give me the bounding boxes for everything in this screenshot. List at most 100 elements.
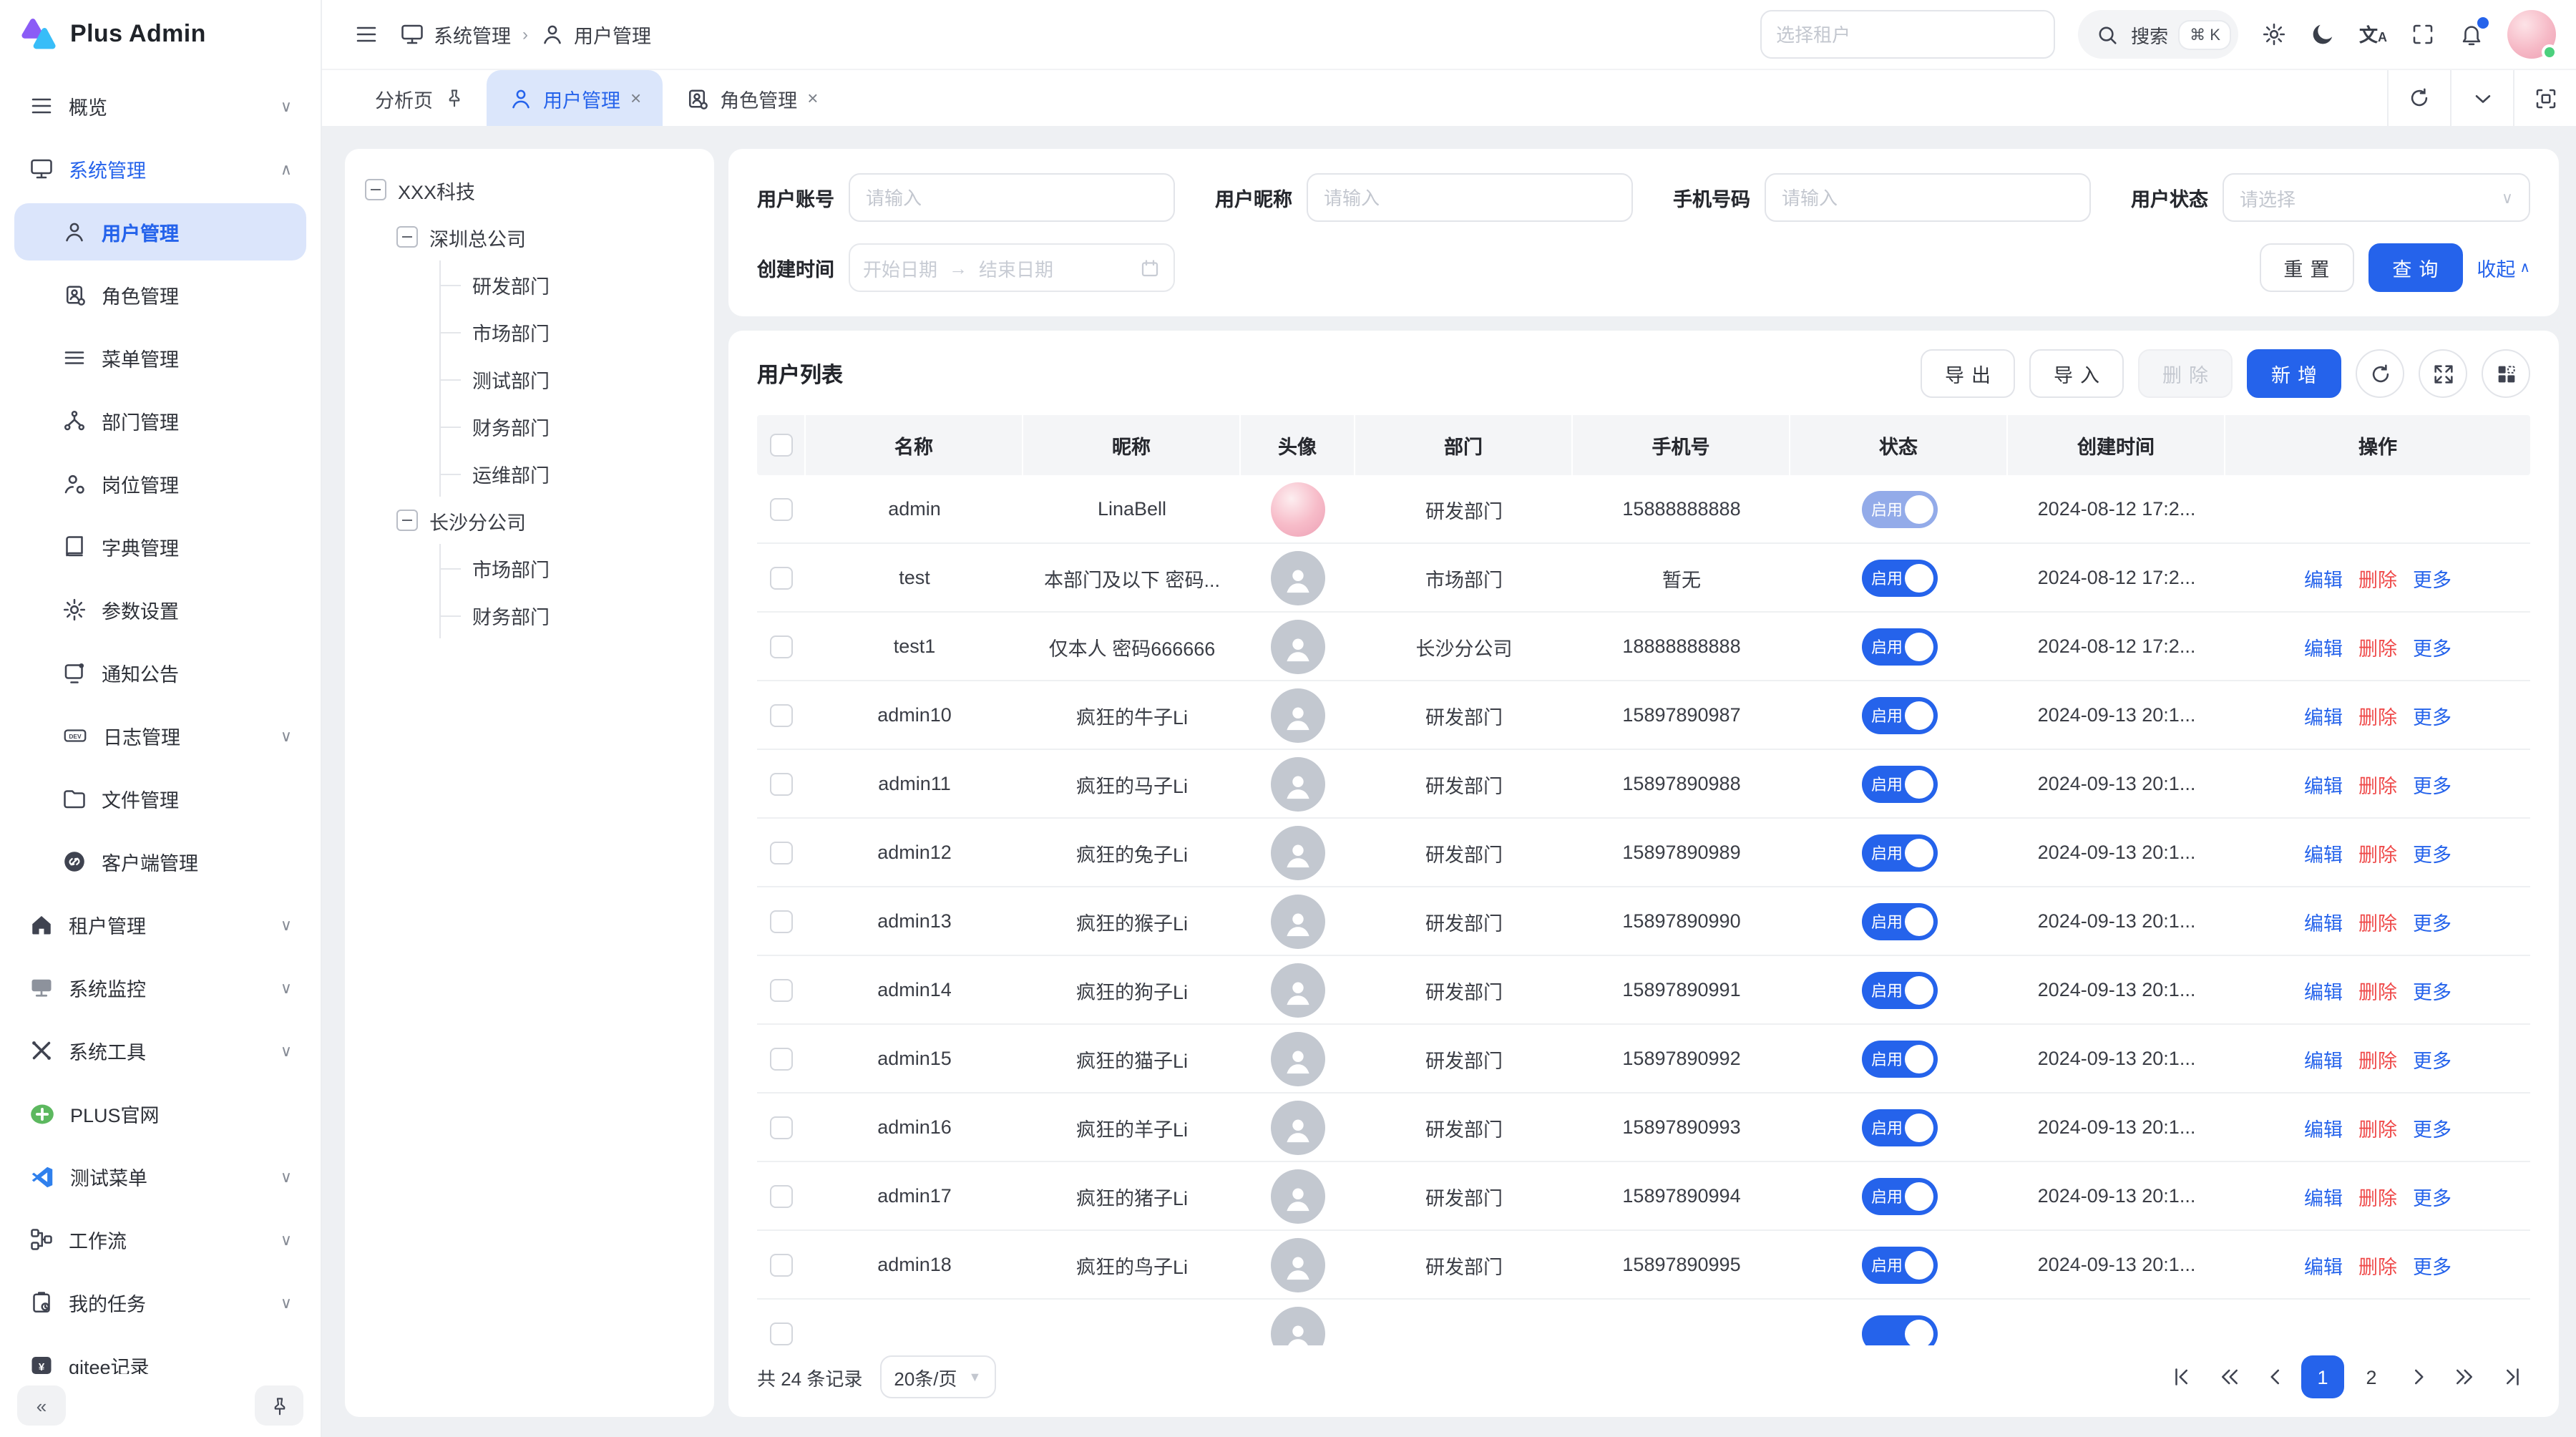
more-link[interactable]: 更多 bbox=[2413, 975, 2451, 1004]
tree-collapse-box[interactable] bbox=[396, 510, 418, 531]
row-checkbox[interactable] bbox=[770, 566, 793, 589]
edit-link[interactable]: 编辑 bbox=[2304, 1182, 2343, 1210]
row-checkbox[interactable] bbox=[770, 1322, 793, 1345]
last-page-button[interactable] bbox=[2490, 1357, 2530, 1397]
tab-menu-button[interactable] bbox=[2450, 70, 2513, 126]
tree-node-财务部门[interactable]: 财务部门 bbox=[441, 402, 694, 449]
sidebar-item-PLUS官网[interactable]: PLUS官网 bbox=[14, 1085, 306, 1142]
row-checkbox[interactable] bbox=[770, 910, 793, 932]
status-toggle[interactable]: 启用 bbox=[1861, 1109, 1937, 1146]
more-link[interactable]: 更多 bbox=[2413, 701, 2451, 729]
delete-link[interactable]: 删除 bbox=[2358, 701, 2397, 729]
add-button[interactable]: 新增 bbox=[2247, 349, 2341, 398]
status-toggle[interactable]: 启用 bbox=[1861, 559, 1937, 596]
more-link[interactable]: 更多 bbox=[2413, 1250, 2451, 1279]
tree-node-市场部门[interactable]: 市场部门 bbox=[441, 544, 694, 591]
status-toggle[interactable]: 启用 bbox=[1861, 902, 1937, 940]
sidebar-item-gitee记录[interactable]: ¥ gitee记录 bbox=[14, 1337, 306, 1374]
sidebar-pin-button[interactable] bbox=[255, 1385, 303, 1426]
sidebar-item-客户端管理[interactable]: 客户端管理 bbox=[14, 833, 306, 890]
first-page-button[interactable] bbox=[2164, 1357, 2204, 1397]
tree-node-研发部门[interactable]: 研发部门 bbox=[441, 260, 694, 308]
more-link[interactable]: 更多 bbox=[2413, 769, 2451, 798]
tree-node-运维部门[interactable]: 运维部门 bbox=[441, 449, 694, 497]
status-toggle[interactable]: 启用 bbox=[1861, 628, 1937, 665]
delete-link[interactable]: 删除 bbox=[2358, 907, 2397, 935]
edit-link[interactable]: 编辑 bbox=[2304, 563, 2343, 592]
tenant-select-input[interactable] bbox=[1760, 10, 2055, 59]
sidebar-item-日志管理[interactable]: DEV 日志管理 ∨ bbox=[14, 707, 306, 764]
import-button[interactable]: 导入 bbox=[2029, 349, 2124, 398]
sidebar-item-参数设置[interactable]: 参数设置 bbox=[14, 581, 306, 638]
edit-link[interactable]: 编辑 bbox=[2304, 1113, 2343, 1141]
delete-link[interactable]: 删除 bbox=[2358, 1044, 2397, 1073]
sidebar-item-用户管理[interactable]: 用户管理 bbox=[14, 203, 306, 260]
sidebar-item-工作流[interactable]: 工作流 ∨ bbox=[14, 1211, 306, 1268]
tab-close-icon[interactable]: × bbox=[807, 87, 818, 109]
tab-角色管理[interactable]: 角色管理 × bbox=[663, 70, 839, 126]
sidebar-item-角色管理[interactable]: 角色管理 bbox=[14, 266, 306, 323]
row-checkbox[interactable] bbox=[770, 772, 793, 795]
delete-link[interactable]: 删除 bbox=[2358, 838, 2397, 867]
prev-page-button[interactable] bbox=[2255, 1357, 2296, 1397]
sidebar-item-文件管理[interactable]: 文件管理 bbox=[14, 770, 306, 827]
status-toggle[interactable]: 启用 bbox=[1861, 490, 1937, 527]
settings-icon[interactable] bbox=[2262, 21, 2288, 47]
breadcrumb-item-system[interactable]: 系统管理 bbox=[399, 20, 511, 49]
refresh-list-button[interactable] bbox=[2356, 349, 2404, 398]
refresh-tab-button[interactable] bbox=[2387, 70, 2450, 126]
account-input[interactable] bbox=[849, 173, 1175, 222]
tab-分析页[interactable]: 分析页 bbox=[353, 70, 486, 126]
tree-collapse-box[interactable] bbox=[396, 226, 418, 248]
user-avatar[interactable] bbox=[2507, 10, 2556, 59]
delete-link[interactable]: 删除 bbox=[2358, 975, 2397, 1004]
sidebar-item-系统工具[interactable]: 系统工具 ∨ bbox=[14, 1022, 306, 1079]
row-checkbox[interactable] bbox=[770, 1253, 793, 1276]
delete-link[interactable]: 删除 bbox=[2358, 563, 2397, 592]
more-link[interactable]: 更多 bbox=[2413, 1113, 2451, 1141]
row-checkbox[interactable] bbox=[770, 978, 793, 1001]
sidebar-item-通知公告[interactable]: 通知公告 bbox=[14, 644, 306, 701]
notifications-bell-icon[interactable] bbox=[2459, 21, 2484, 47]
breadcrumb-item-users[interactable]: 用户管理 bbox=[540, 20, 651, 49]
tree-node-市场部门[interactable]: 市场部门 bbox=[441, 308, 694, 355]
expand-table-button[interactable] bbox=[2419, 349, 2467, 398]
sidebar-item-租户管理[interactable]: 租户管理 ∨ bbox=[14, 896, 306, 953]
more-link[interactable]: 更多 bbox=[2413, 838, 2451, 867]
column-settings-button[interactable] bbox=[2482, 349, 2530, 398]
more-link[interactable]: 更多 bbox=[2413, 1182, 2451, 1210]
edit-link[interactable]: 编辑 bbox=[2304, 769, 2343, 798]
sidebar-item-系统监控[interactable]: 系统监控 ∨ bbox=[14, 959, 306, 1016]
sidebar-item-测试菜单[interactable]: 测试菜单 ∨ bbox=[14, 1148, 306, 1205]
row-checkbox[interactable] bbox=[770, 1184, 793, 1207]
more-link[interactable]: 更多 bbox=[2413, 907, 2451, 935]
search-button[interactable]: 查询 bbox=[2368, 243, 2462, 292]
sidebar-item-系统管理[interactable]: 系统管理 ∧ bbox=[14, 140, 306, 198]
edit-link[interactable]: 编辑 bbox=[2304, 1044, 2343, 1073]
edit-link[interactable]: 编辑 bbox=[2304, 975, 2343, 1004]
sidebar-item-菜单管理[interactable]: 菜单管理 bbox=[14, 329, 306, 386]
delete-link[interactable]: 删除 bbox=[2358, 1182, 2397, 1210]
edit-link[interactable]: 编辑 bbox=[2304, 907, 2343, 935]
edit-link[interactable]: 编辑 bbox=[2304, 701, 2343, 729]
page-button-2[interactable]: 2 bbox=[2350, 1355, 2393, 1398]
pin-icon[interactable] bbox=[443, 87, 464, 109]
sidebar-item-字典管理[interactable]: 字典管理 bbox=[14, 518, 306, 575]
status-toggle[interactable]: 启用 bbox=[1861, 696, 1937, 734]
more-link[interactable]: 更多 bbox=[2413, 563, 2451, 592]
status-select[interactable]: 请选择 ∨ bbox=[2223, 173, 2530, 222]
date-range-picker[interactable]: 开始日期 → 结束日期 bbox=[849, 243, 1175, 292]
row-checkbox[interactable] bbox=[770, 841, 793, 864]
tree-node-财务部门[interactable]: 财务部门 bbox=[441, 591, 694, 638]
status-toggle[interactable]: 启用 bbox=[1861, 971, 1937, 1008]
delete-link[interactable]: 删除 bbox=[2358, 632, 2397, 661]
status-toggle[interactable]: 启用 bbox=[1861, 1246, 1937, 1283]
row-checkbox[interactable] bbox=[770, 497, 793, 520]
jump-forward-button[interactable] bbox=[2444, 1357, 2484, 1397]
row-checkbox[interactable] bbox=[770, 1116, 793, 1139]
page-button-1[interactable]: 1 bbox=[2301, 1355, 2344, 1398]
global-search[interactable]: 搜索 ⌘ K bbox=[2078, 10, 2239, 59]
next-page-button[interactable] bbox=[2399, 1357, 2439, 1397]
tree-node-长沙分公司[interactable]: 长沙分公司 bbox=[396, 497, 694, 544]
export-button[interactable]: 导出 bbox=[1921, 349, 2015, 398]
